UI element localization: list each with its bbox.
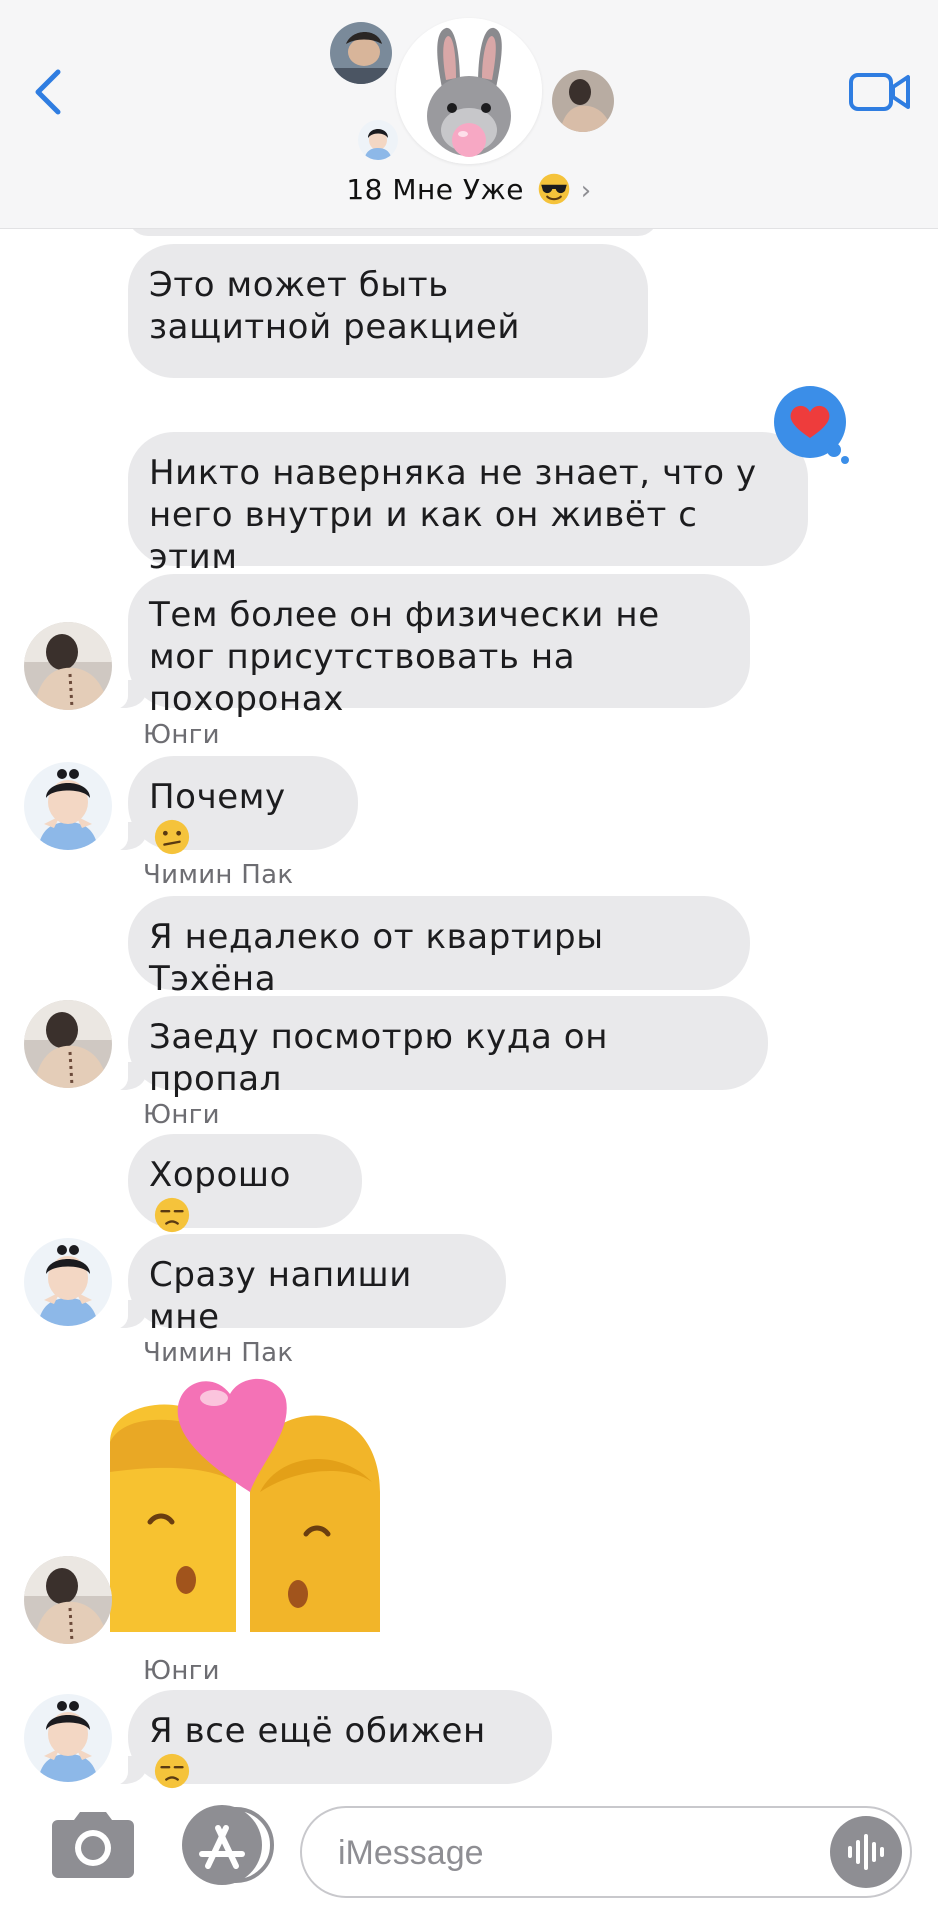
compose-bar (0, 1790, 938, 1920)
sender-name: Чимин Пак (143, 860, 294, 890)
group-name-text: 18 Мне Уже (346, 173, 524, 206)
unamused-face-icon (154, 1753, 190, 1789)
avatar-photo-icon (24, 622, 112, 710)
message-bubble[interactable]: Никто наверняка не знает, что у него вну… (128, 432, 808, 577)
avatar-yungi[interactable] (24, 1238, 112, 1326)
message-bubble[interactable]: Я все ещё обижен (102, 1690, 552, 1789)
avatar-photo-icon (24, 1556, 112, 1644)
message-text: Хорошо (149, 1155, 291, 1195)
message-bubble[interactable]: Сразу напиши мне (102, 1234, 506, 1337)
avatar-photo-icon (24, 1694, 112, 1782)
group-avatar[interactable] (396, 18, 542, 164)
avatar-photo-icon (24, 1000, 112, 1088)
message-text: Тем более он физически не мог присутство… (149, 595, 660, 719)
smiling-face-with-sunglasses-icon (539, 173, 570, 205)
sender-name: Юнги (143, 1656, 220, 1686)
message-text: Я все ещё обижен (149, 1711, 486, 1751)
message-text: Никто наверняка не знает, что у него вну… (149, 453, 757, 577)
avatar-photo-icon (552, 70, 614, 132)
video-call-icon[interactable] (848, 70, 912, 114)
message-bubble[interactable]: Это может быть защитной реакцией (128, 244, 648, 378)
member-avatar-3 (552, 70, 614, 132)
avatar-chimin[interactable] (24, 1556, 112, 1644)
unamused-face-icon (154, 1197, 190, 1233)
message-bubble[interactable]: Хорошо (128, 1134, 362, 1233)
message-text: Почему (149, 777, 286, 817)
confused-face-icon (154, 819, 190, 855)
app-store-icon[interactable] (180, 1804, 278, 1886)
message-input-field[interactable] (300, 1806, 912, 1898)
message-bubble[interactable]: Заеду посмотрю куда он пропал (102, 996, 768, 1099)
message-input[interactable] (336, 1826, 800, 1880)
member-avatar-1 (330, 22, 392, 84)
avatar-photo-icon (24, 762, 112, 850)
conversation-header: 18 Мне Уже › (0, 0, 938, 229)
message-bubble[interactable]: Я недалеко от квартиры Тэхёна (128, 896, 750, 999)
avatar-photo-icon (358, 120, 398, 160)
message-text: Это может быть защитной реакцией (149, 265, 521, 347)
avatar-yungi[interactable] (24, 1694, 112, 1782)
message-text: Заеду посмотрю куда он пропал (149, 1017, 609, 1099)
message-thread[interactable]: Это может быть защитной реакцией Никто н… (0, 0, 938, 1920)
avatar-chimin[interactable] (24, 1000, 112, 1088)
avatar-photo-icon (24, 1238, 112, 1326)
camera-icon[interactable] (48, 1808, 138, 1880)
avatar-yungi[interactable] (24, 762, 112, 850)
sender-name: Юнги (143, 1100, 220, 1130)
kiss-couple-sticker-icon[interactable] (110, 1372, 394, 1632)
back-chevron-icon[interactable] (28, 64, 68, 120)
audio-waveform-icon[interactable] (830, 1816, 902, 1888)
message-bubble[interactable]: Почему (102, 756, 358, 855)
bunny-bubblegum-icon (396, 18, 542, 164)
chevron-right-icon: › (580, 176, 592, 206)
sender-name: Юнги (143, 720, 220, 750)
message-bubble[interactable]: Тем более он физически не мог присутство… (102, 574, 750, 719)
heart-reaction-icon[interactable] (772, 386, 850, 464)
avatar-photo-icon (330, 22, 392, 84)
message-text: Я недалеко от квартиры Тэхёна (149, 917, 604, 999)
message-text: Сразу напиши мне (149, 1255, 412, 1337)
group-name[interactable]: 18 Мне Уже › (0, 172, 938, 206)
sender-name: Чимин Пак (143, 1338, 294, 1368)
member-avatar-2 (358, 120, 398, 160)
avatar-chimin[interactable] (24, 622, 112, 710)
